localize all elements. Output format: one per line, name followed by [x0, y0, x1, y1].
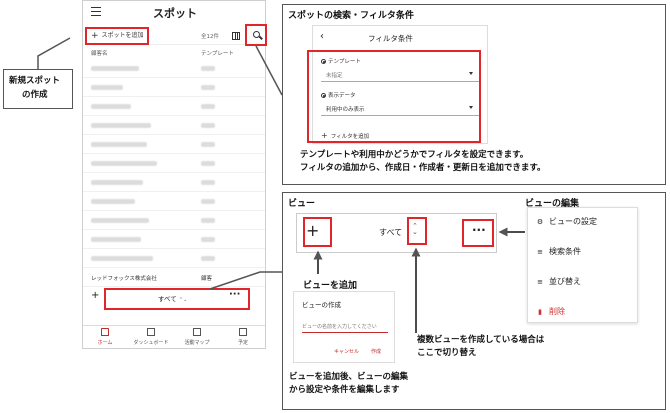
table-row[interactable] — [83, 154, 265, 173]
table-row[interactable] — [83, 78, 265, 97]
map-icon — [193, 328, 201, 336]
table-row[interactable] — [83, 249, 265, 268]
view-edit-menu: ⚙ ビューの設定 ≡ 検索条件 ≡ 並び替え ▮ 削除 — [527, 207, 638, 323]
highlight-switch-view — [407, 217, 427, 245]
dialog-title: ビューの作成 — [302, 301, 341, 309]
add-view-icon[interactable]: + — [91, 290, 99, 301]
sort-icon: ≡ — [537, 278, 543, 286]
view-section-title: ビュー — [288, 199, 316, 209]
tab-home[interactable]: ホーム — [83, 328, 127, 346]
dialog-cancel-button[interactable]: キャンセル — [334, 348, 359, 355]
spot-count: 全12件 — [201, 34, 219, 40]
dashboard-icon — [147, 328, 155, 336]
gear-icon: ⚙ — [536, 218, 544, 226]
switch-callout-line2: ここで切り替え — [417, 348, 477, 358]
tab-dashboard[interactable]: ダッシュボード — [129, 328, 173, 346]
table-row[interactable] — [83, 97, 265, 116]
tab-label: ダッシュボード — [133, 340, 169, 346]
calendar-icon — [239, 328, 247, 336]
table-row[interactable]: レッドフォックス株式会社 顧客 — [83, 268, 265, 287]
filter-section-title: スポットの検索・フィルタ条件 — [288, 11, 414, 21]
view-name-placeholder: ビューの名前を入力してください — [302, 324, 377, 330]
highlight-add-view — [303, 217, 332, 247]
bottom-tabbar: ホーム ダッシュボード 活動マップ 予定 — [83, 325, 265, 348]
column-header-customer: 顧客名 — [91, 51, 108, 57]
list-icon: ≡ — [537, 248, 543, 256]
menu-item-delete[interactable]: ▮ 削除 — [536, 306, 565, 317]
highlight-filter-fields — [307, 50, 481, 143]
highlight-view-bar — [104, 288, 250, 310]
menu-item-view-settings[interactable]: ⚙ ビューの設定 — [536, 216, 597, 227]
switch-callout-line1: 複数ビューを作成している場合は — [417, 335, 545, 345]
tab-activity-map[interactable]: 活動マップ — [175, 328, 219, 346]
phone-header: スポット — [83, 1, 265, 24]
menu-item-label: 検索条件 — [549, 247, 581, 256]
table-row[interactable] — [83, 135, 265, 154]
table-row[interactable] — [83, 173, 265, 192]
table-row[interactable] — [83, 211, 265, 230]
tab-schedule[interactable]: 予定 — [221, 328, 265, 346]
callout-new-spot-line2: の作成 — [22, 90, 48, 100]
back-icon[interactable]: ‹ — [320, 31, 324, 42]
row-customer-name: レッドフォックス株式会社 — [91, 276, 157, 282]
hamburger-menu-icon[interactable] — [91, 7, 101, 16]
column-header-template: テンプレート — [201, 51, 234, 57]
dialog-create-button[interactable]: 作成 — [371, 348, 381, 355]
callout-new-spot: 新規スポット の作成 — [3, 69, 73, 109]
highlight-search — [245, 24, 267, 46]
menu-item-label: 並び替え — [549, 277, 581, 286]
menu-item-search-conditions[interactable]: ≡ 検索条件 — [536, 246, 581, 257]
map-icon[interactable] — [232, 32, 240, 40]
add-view-callout: ビューを追加 — [303, 281, 358, 291]
table-row[interactable] — [83, 192, 265, 211]
create-view-dialog: ビューの作成 ビューの名前を入力してください キャンセル 作成 — [293, 291, 395, 363]
tab-label: 活動マップ — [184, 340, 210, 346]
view-name-input[interactable]: ビューの名前を入力してください — [302, 321, 388, 333]
row-template: 顧客 — [201, 276, 213, 282]
table-row[interactable] — [83, 230, 265, 249]
trash-icon: ▮ — [538, 308, 542, 316]
menu-item-sort[interactable]: ≡ 並び替え — [536, 276, 581, 287]
tab-label: ホーム — [97, 340, 113, 346]
callout-new-spot-line1: 新規スポット — [9, 76, 61, 86]
menu-item-label: 削除 — [549, 307, 565, 316]
after-add-line1: ビューを追加後、ビューの編集 — [289, 372, 409, 382]
page-title: スポット — [153, 7, 197, 20]
table-row[interactable] — [83, 59, 265, 78]
filter-desc-line1: テンプレートや利用中かどうかでフィルタを設定できます。 — [300, 150, 529, 160]
tab-label: 予定 — [237, 340, 248, 346]
menu-item-label: ビューの設定 — [549, 217, 597, 226]
highlight-more — [462, 219, 494, 247]
filter-desc-line2: フィルタの追加から、作成日・作成者・更新日を追加できます。 — [300, 163, 546, 173]
view-name: すべて — [379, 228, 403, 237]
highlight-add-spot — [85, 27, 149, 45]
filter-panel-title: フィルタ条件 — [368, 34, 413, 43]
after-add-line2: から設定や条件を編集します — [289, 385, 400, 395]
home-icon — [101, 328, 109, 336]
table-row[interactable] — [83, 116, 265, 135]
